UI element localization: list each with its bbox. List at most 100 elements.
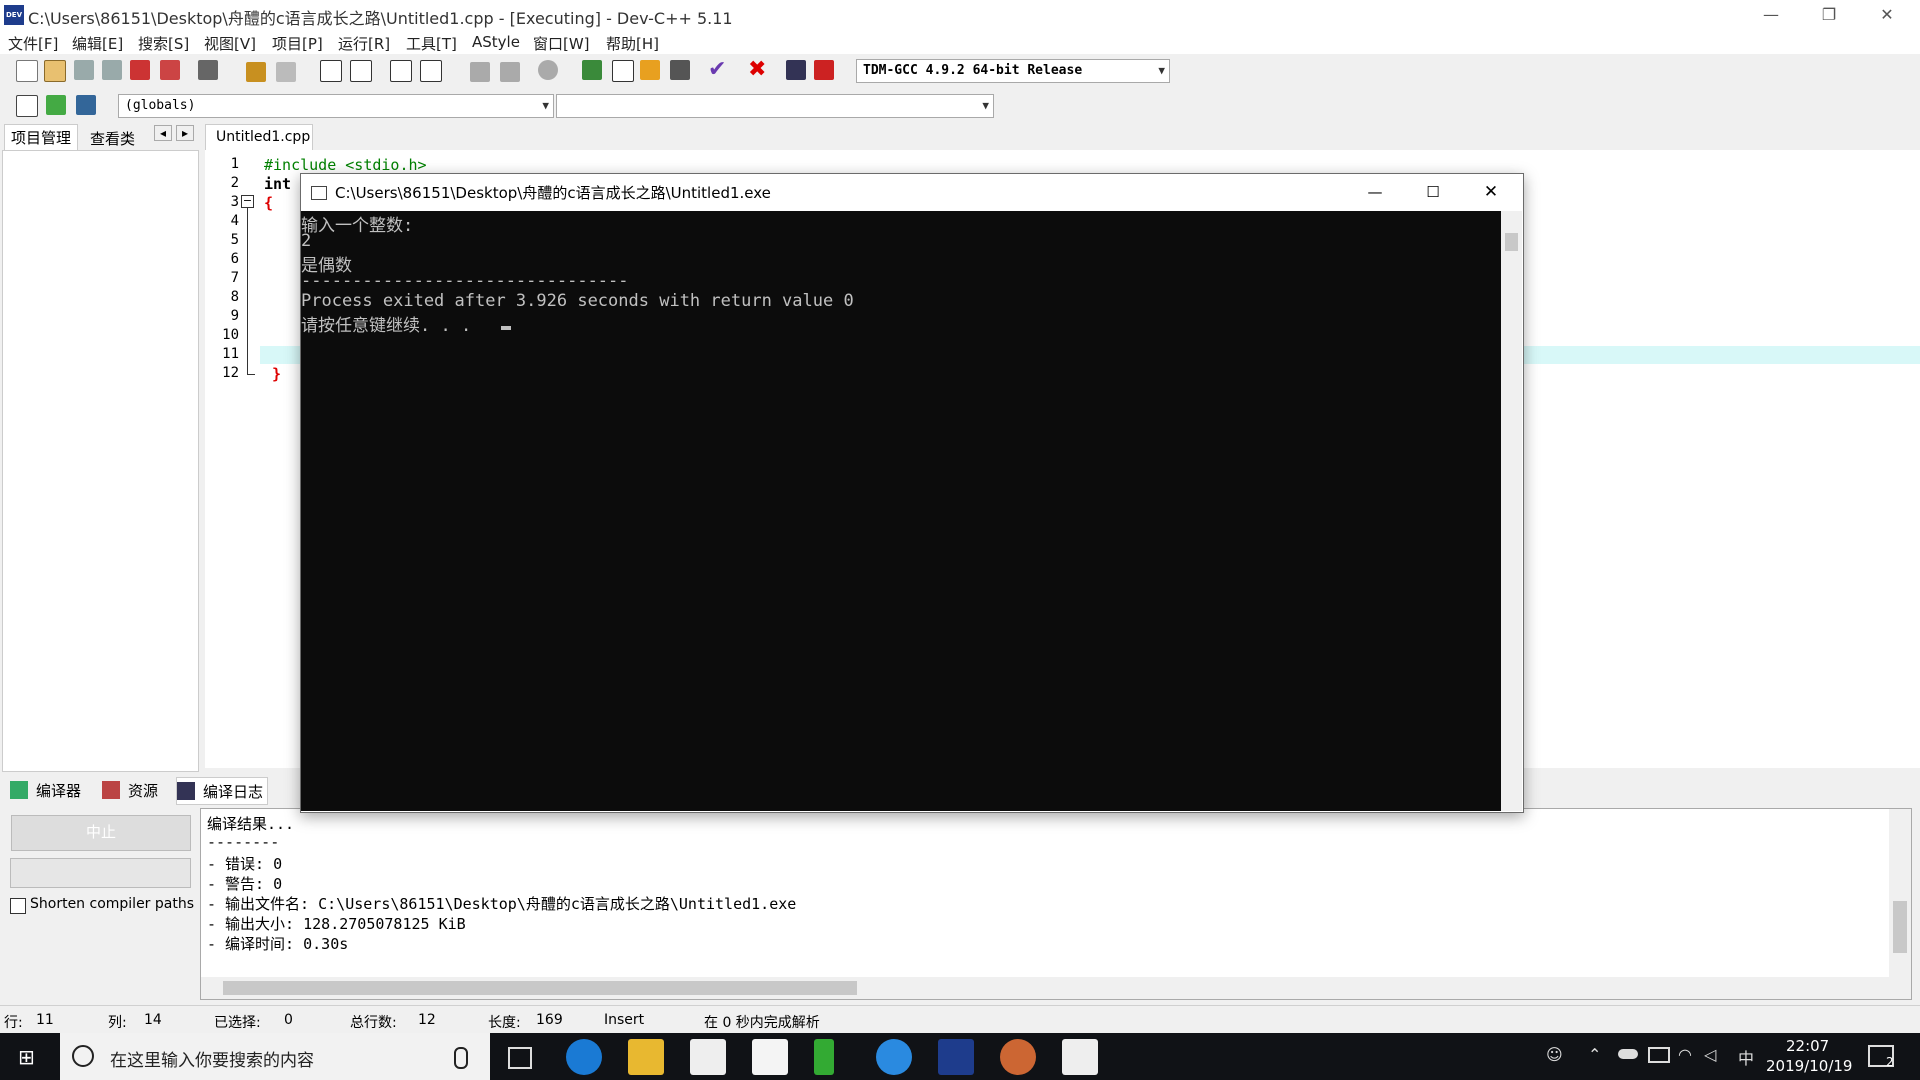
menu-run[interactable]: 运行[R] bbox=[338, 33, 390, 54]
line-number: 2 bbox=[230, 175, 239, 191]
menu-help[interactable]: 帮助[H] bbox=[606, 33, 659, 54]
tab-scroll-right-button[interactable]: ▸ bbox=[176, 125, 195, 141]
colorful-app-icon[interactable] bbox=[1000, 1039, 1036, 1075]
taskbar-search[interactable]: 在这里输入你要搜索的内容 bbox=[60, 1033, 490, 1080]
menu-search[interactable]: 搜索[S] bbox=[138, 33, 189, 54]
restore-button[interactable]: ❐ bbox=[1800, 0, 1858, 30]
devcpp-taskbar-icon[interactable] bbox=[938, 1039, 974, 1075]
console-scroll-thumb[interactable] bbox=[1505, 233, 1518, 251]
redo-icon[interactable] bbox=[276, 62, 296, 82]
tab-classes[interactable]: 查看类 bbox=[84, 126, 141, 151]
project-tree[interactable] bbox=[2, 150, 199, 772]
close-file-icon[interactable] bbox=[130, 60, 150, 80]
menu-edit[interactable]: 编辑[E] bbox=[72, 33, 123, 54]
console-line: Process exited after 3.926 seconds with … bbox=[301, 291, 854, 311]
menu-project[interactable]: 项目[P] bbox=[272, 33, 323, 54]
console-close-button[interactable]: ✕ bbox=[1475, 178, 1507, 206]
log-line: -------- bbox=[207, 833, 280, 851]
onedrive-icon[interactable] bbox=[1618, 1049, 1638, 1059]
insert-project-icon[interactable] bbox=[46, 95, 66, 115]
compiler-select[interactable]: TDM-GCC 4.9.2 64-bit Release ▼ bbox=[856, 59, 1170, 83]
app-green-icon[interactable] bbox=[814, 1039, 834, 1075]
console-line: 输入一个整数: bbox=[301, 216, 414, 236]
shorten-paths-checkbox[interactable] bbox=[10, 898, 26, 914]
total-lines-value: 12 bbox=[418, 1012, 436, 1028]
menu-file[interactable]: 文件[F] bbox=[8, 33, 58, 54]
remove-project-icon[interactable] bbox=[76, 95, 96, 115]
clock-time[interactable]: 22:07 bbox=[1786, 1037, 1829, 1055]
check-syntax-icon[interactable]: ✔ bbox=[708, 59, 728, 81]
microphone-icon[interactable] bbox=[454, 1047, 468, 1069]
abort-button[interactable]: 中止 bbox=[11, 815, 191, 851]
vertical-scrollbar[interactable] bbox=[1889, 809, 1911, 999]
battery-icon[interactable] bbox=[1648, 1047, 1670, 1063]
goto-back-icon[interactable] bbox=[470, 62, 490, 82]
new-project-icon[interactable] bbox=[16, 95, 38, 117]
indent-icon[interactable] bbox=[390, 60, 412, 82]
file-explorer-icon[interactable] bbox=[628, 1039, 664, 1075]
undo-icon[interactable] bbox=[246, 62, 266, 82]
console-window[interactable]: C:\Users\86151\Desktop\舟醴的c语言成长之路\Untitl… bbox=[300, 173, 1524, 813]
length-value: 169 bbox=[536, 1012, 563, 1028]
tab-compile-log[interactable]: 编译日志 bbox=[176, 777, 268, 805]
horizontal-scroll-thumb[interactable] bbox=[223, 981, 857, 995]
console-minimize-button[interactable]: — bbox=[1359, 178, 1391, 206]
compile-run-icon[interactable] bbox=[640, 60, 660, 80]
function-select[interactable]: ▼ bbox=[556, 94, 994, 118]
save-all-icon[interactable] bbox=[102, 60, 122, 80]
windows-start-icon[interactable]: ⊞ bbox=[18, 1047, 38, 1067]
console-output[interactable]: 输入一个整数: 2 是偶数 --------------------------… bbox=[301, 211, 1501, 811]
goto-forward-icon[interactable] bbox=[500, 62, 520, 82]
clock-date[interactable]: 2019/10/19 bbox=[1766, 1057, 1852, 1075]
tab-resources[interactable]: 资源 bbox=[128, 780, 158, 801]
menu-view[interactable]: 视图[V] bbox=[204, 33, 256, 54]
print-icon[interactable] bbox=[198, 60, 218, 80]
unindent-icon[interactable] bbox=[420, 60, 442, 82]
stop-icon[interactable]: ✖ bbox=[748, 59, 768, 81]
chevron-up-icon[interactable]: ⌃ bbox=[1588, 1045, 1601, 1064]
replace-icon[interactable] bbox=[350, 60, 372, 82]
horizontal-scrollbar[interactable] bbox=[201, 977, 1889, 999]
menu-tools[interactable]: 工具[T] bbox=[406, 33, 457, 54]
find-icon[interactable] bbox=[320, 60, 342, 82]
close-button[interactable]: ✕ bbox=[1858, 0, 1916, 30]
tab-project[interactable]: 项目管理 bbox=[4, 124, 79, 150]
console-taskbar-icon[interactable] bbox=[1062, 1039, 1098, 1075]
fold-toggle-icon[interactable]: − bbox=[241, 195, 254, 208]
run-icon[interactable] bbox=[612, 60, 634, 82]
vertical-scroll-thumb[interactable] bbox=[1893, 901, 1907, 953]
menu-astyle[interactable]: AStyle bbox=[472, 33, 520, 51]
menu-window[interactable]: 窗口[W] bbox=[533, 33, 590, 54]
col-value: 14 bbox=[144, 1012, 162, 1028]
console-scrollbar[interactable] bbox=[1501, 211, 1522, 811]
compile-log-output[interactable]: 编译结果... -------- - 错误: 0 - 警告: 0 - 输出文件名… bbox=[200, 808, 1912, 1000]
close-all-icon[interactable] bbox=[160, 60, 180, 80]
open-file-icon[interactable] bbox=[44, 60, 66, 82]
sogou-icon[interactable] bbox=[876, 1039, 912, 1075]
tab-compile-log-label: 编译日志 bbox=[203, 783, 264, 801]
tab-compiler[interactable]: 编译器 bbox=[36, 780, 81, 801]
bookmark-icon[interactable] bbox=[538, 60, 558, 80]
task-view-icon[interactable] bbox=[508, 1047, 532, 1069]
volume-icon[interactable]: ◁ bbox=[1704, 1045, 1716, 1064]
tab-scroll-left-button[interactable]: ◂ bbox=[154, 125, 173, 141]
editor-tab[interactable]: Untitled1.cpp bbox=[205, 124, 313, 151]
mail-icon[interactable] bbox=[752, 1039, 788, 1075]
rebuild-icon[interactable] bbox=[670, 60, 690, 80]
profile-icon[interactable] bbox=[786, 60, 806, 80]
col-label: 列: bbox=[108, 1015, 127, 1031]
debug-icon[interactable] bbox=[814, 60, 834, 80]
new-file-icon[interactable] bbox=[16, 60, 38, 82]
console-maximize-button[interactable]: ☐ bbox=[1417, 178, 1449, 206]
scope-select[interactable]: (globals) ▼ bbox=[118, 94, 554, 118]
code-line-brace-open: { bbox=[264, 194, 274, 212]
ime-indicator[interactable]: 中 bbox=[1738, 1045, 1754, 1069]
save-icon[interactable] bbox=[74, 60, 94, 80]
wifi-icon[interactable]: ◠ bbox=[1678, 1045, 1692, 1064]
edge-icon[interactable] bbox=[566, 1039, 602, 1075]
people-icon[interactable]: ☺ bbox=[1546, 1045, 1564, 1064]
microsoft-store-icon[interactable] bbox=[690, 1039, 726, 1075]
console-line: 2 bbox=[301, 231, 312, 251]
compile-icon[interactable] bbox=[582, 60, 602, 80]
minimize-button[interactable]: — bbox=[1742, 0, 1800, 30]
